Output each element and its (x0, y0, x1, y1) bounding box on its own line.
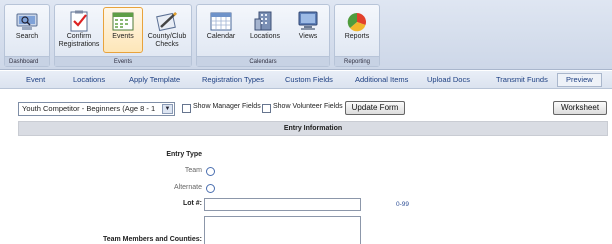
tab-event[interactable]: Event (26, 71, 45, 89)
lot-number-range: 0-99 (396, 201, 410, 208)
tab-preview[interactable]: Preview (557, 73, 602, 87)
entry-information-header: Entry Information (18, 121, 608, 136)
tab-upload-docs[interactable]: Upload Docs (427, 71, 470, 89)
alternate-radio[interactable] (206, 184, 215, 193)
confirm-registrations-button[interactable]: Confirm Registrations (57, 7, 101, 53)
search-button[interactable]: Search (8, 7, 46, 53)
pie-chart-icon (347, 12, 367, 32)
monitor-icon (298, 11, 318, 30)
tab-apply-template[interactable]: Apply Template (129, 71, 180, 89)
calendar-grid-icon (112, 12, 134, 31)
team-members-counties-textarea[interactable] (204, 216, 361, 244)
chevron-down-icon[interactable]: ▼ (162, 104, 173, 114)
ribbon-group-reporting: Reports Reporting (334, 4, 380, 67)
views-button[interactable]: Views (289, 7, 327, 53)
reports-button[interactable]: Reports (338, 7, 376, 53)
lot-number-input[interactable] (204, 198, 361, 211)
lot-number-label: Lot #: (182, 200, 202, 207)
group-label-dashboard: Dashboard (5, 56, 49, 66)
team-radio[interactable] (206, 167, 215, 176)
search-icon (16, 13, 38, 30)
reports-button-label: Reports (344, 33, 370, 40)
show-manager-fields-label: Show Manager Fields (193, 103, 261, 110)
alternate-label: Alternate (173, 184, 202, 191)
update-form-button[interactable]: Update Form (345, 101, 405, 115)
county-club-checks-button[interactable]: County/Club Checks (145, 7, 189, 53)
show-volunteer-fields-checkbox[interactable] (262, 104, 271, 113)
ribbon-group-dashboard: Search Dashboard (4, 4, 50, 67)
registration-type-value: Youth Competitor - Beginners (Age 8 - 1 (22, 104, 156, 113)
locations-button[interactable]: Locations (245, 7, 285, 53)
entry-type-label: Entry Type (166, 151, 202, 158)
team-members-counties-label: Team Members and Counties: (102, 236, 202, 243)
worksheet-button[interactable]: Worksheet (553, 101, 607, 115)
show-volunteer-fields-label: Show Volunteer Fields (273, 103, 343, 110)
search-button-label: Search (15, 33, 39, 40)
ribbon-group-events: Confirm Registrations Events County/Club… (54, 4, 192, 67)
tab-locations[interactable]: Locations (73, 71, 105, 89)
tab-additional-items[interactable]: Additional Items (355, 71, 408, 89)
building-icon (254, 11, 272, 31)
calendar-icon (210, 12, 232, 31)
team-label: Team (184, 167, 202, 174)
ribbon-group-calendars: Calendar Locations Views Calendars (196, 4, 330, 67)
county-club-checks-label: County/Club Checks (147, 33, 187, 48)
registration-type-select[interactable]: Youth Competitor - Beginners (Age 8 - 1 … (18, 102, 175, 116)
locations-button-label: Locations (250, 33, 280, 40)
calendar-button[interactable]: Calendar (201, 7, 241, 53)
confirm-registrations-label: Confirm Registrations (58, 33, 100, 48)
group-label-calendars: Calendars (197, 56, 329, 66)
clipboard-check-icon (70, 10, 88, 32)
tab-custom-fields[interactable]: Custom Fields (285, 71, 333, 89)
pencil-paper-icon (156, 12, 177, 32)
views-button-label: Views (298, 33, 318, 40)
group-label-reporting: Reporting (335, 56, 379, 66)
tab-registration-types[interactable]: Registration Types (202, 71, 264, 89)
tab-transmit-funds[interactable]: Transmit Funds (496, 71, 548, 89)
ribbon-toolbar: Search Dashboard Confirm Registrations E… (0, 0, 612, 70)
events-button[interactable]: Events (103, 7, 143, 53)
show-manager-fields-checkbox[interactable] (182, 104, 191, 113)
calendar-button-label: Calendar (206, 33, 236, 40)
events-button-label: Events (112, 33, 134, 40)
event-tab-bar: Event Locations Apply Template Registrat… (0, 71, 612, 89)
group-label-events: Events (55, 56, 191, 66)
